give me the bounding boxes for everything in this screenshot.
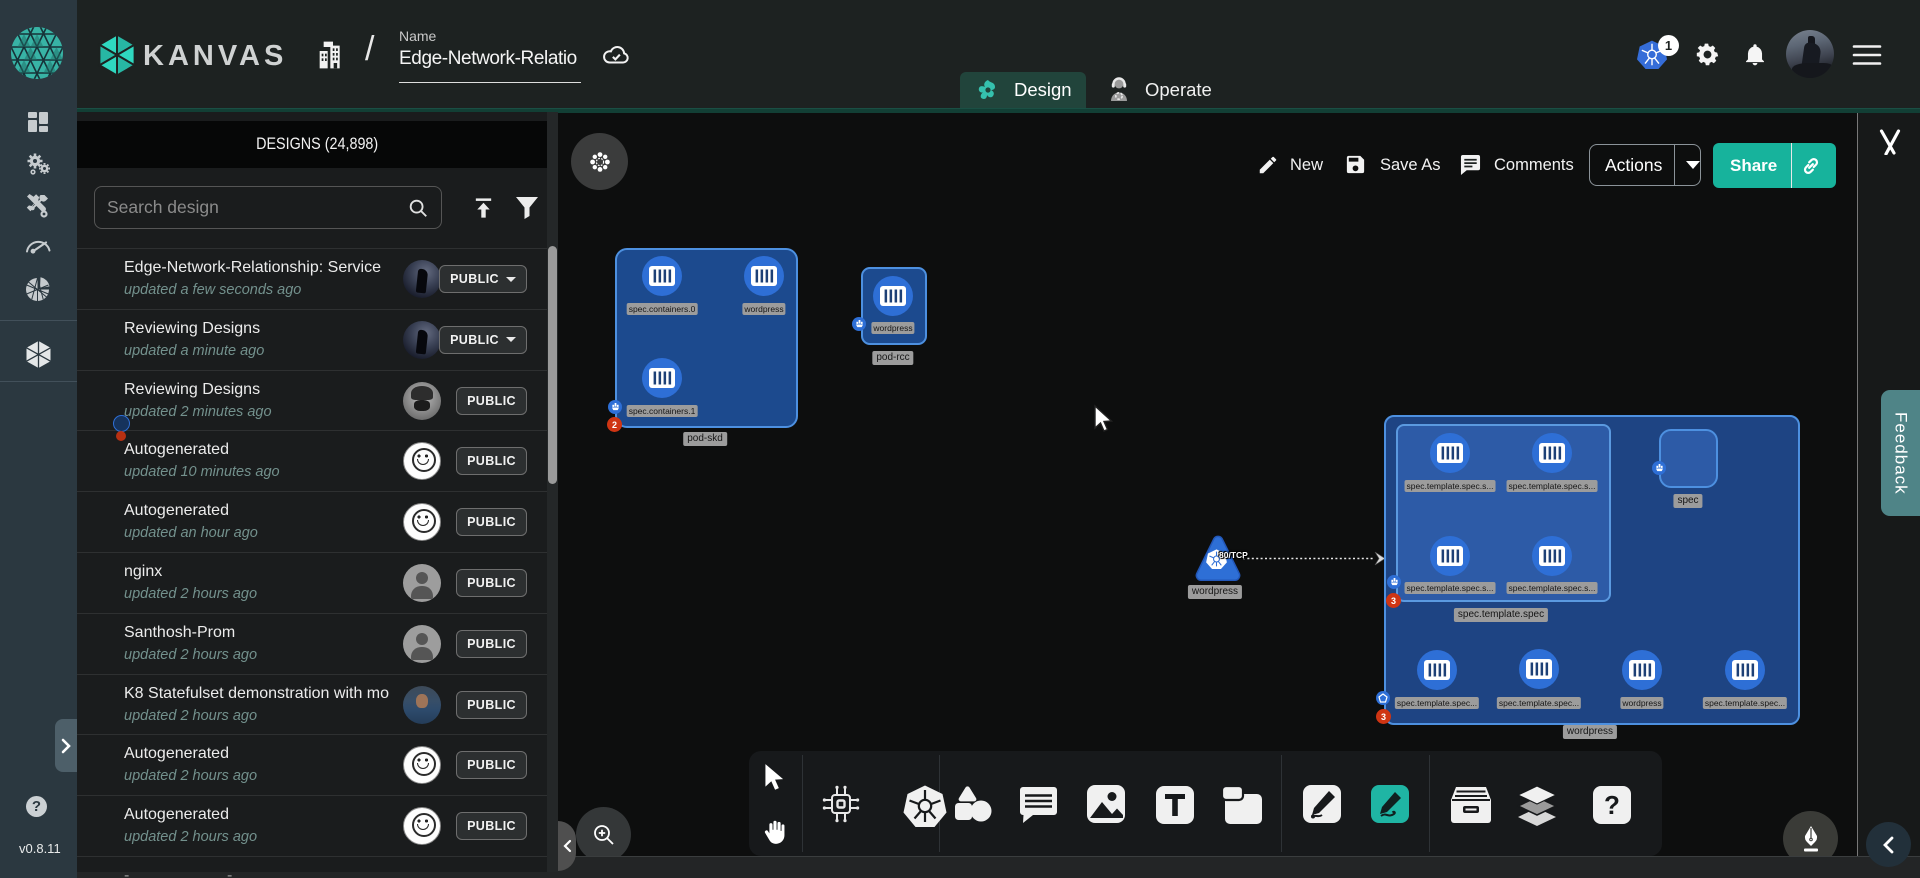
svg-text:?: ?: [1604, 790, 1620, 820]
